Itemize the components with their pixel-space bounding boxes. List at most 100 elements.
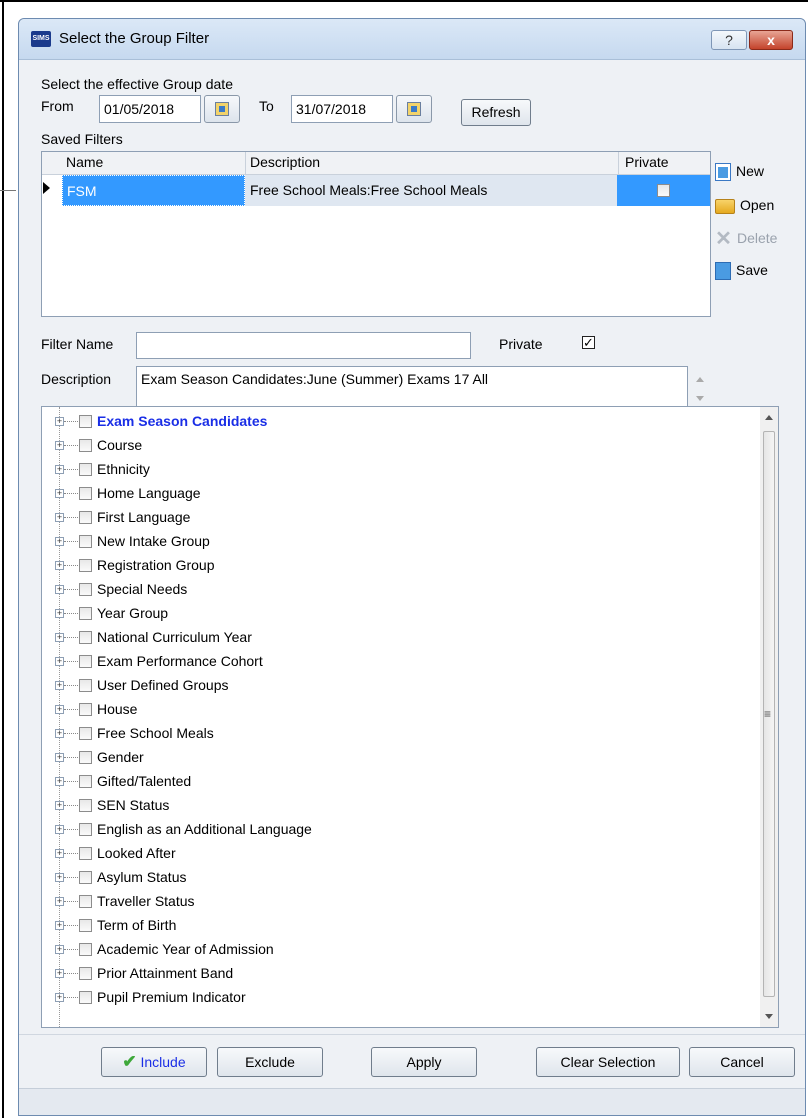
tree-item-checkbox[interactable] xyxy=(79,535,92,548)
row-name-cell[interactable]: FSM xyxy=(62,175,245,206)
tree-item[interactable]: + Year Group xyxy=(42,603,762,627)
tree-item-checkbox[interactable] xyxy=(79,751,92,764)
from-date-field[interactable]: 01/05/2018 xyxy=(99,95,201,123)
expand-icon[interactable]: + xyxy=(55,609,64,618)
private-checkbox[interactable] xyxy=(657,184,670,197)
tree-item[interactable]: + Exam Performance Cohort xyxy=(42,651,762,675)
tree-item[interactable]: + Course xyxy=(42,435,762,459)
filter-name-input[interactable] xyxy=(136,332,471,359)
tree-item-checkbox[interactable] xyxy=(79,919,92,932)
delete-filter-button[interactable]: ✕ Delete xyxy=(715,229,777,249)
tree-item-checkbox[interactable] xyxy=(79,655,92,668)
tree-item[interactable]: + Looked After xyxy=(42,843,762,867)
expand-icon[interactable]: + xyxy=(55,729,64,738)
tree-item[interactable]: + SEN Status xyxy=(42,795,762,819)
expand-icon[interactable]: + xyxy=(55,969,64,978)
table-row[interactable]: FSM Free School Meals:Free School Meals xyxy=(62,175,717,206)
from-calendar-button[interactable] xyxy=(204,95,240,123)
expand-icon[interactable]: + xyxy=(55,897,64,906)
open-filter-button[interactable]: Open xyxy=(715,197,774,214)
expand-icon[interactable]: + xyxy=(55,849,64,858)
expand-icon[interactable]: + xyxy=(55,705,64,714)
expand-icon[interactable]: + xyxy=(55,825,64,834)
tree-item[interactable]: + Pupil Premium Indicator xyxy=(42,987,762,1011)
tree-item[interactable]: + National Curriculum Year xyxy=(42,627,762,651)
apply-button[interactable]: Apply xyxy=(371,1047,477,1077)
expand-icon[interactable]: + xyxy=(55,681,64,690)
close-button[interactable]: x xyxy=(749,30,793,50)
tree-item-checkbox[interactable] xyxy=(79,511,92,524)
tree-item-checkbox[interactable] xyxy=(79,439,92,452)
tree-item-checkbox[interactable] xyxy=(79,607,92,620)
refresh-button[interactable]: Refresh xyxy=(461,99,531,126)
tree-item-checkbox[interactable] xyxy=(79,823,92,836)
tree-item-checkbox[interactable] xyxy=(79,967,92,980)
column-header-name[interactable]: Name xyxy=(66,154,103,170)
row-description-cell[interactable]: Free School Meals:Free School Meals xyxy=(245,175,617,206)
expand-icon[interactable]: + xyxy=(55,585,64,594)
expand-icon[interactable]: + xyxy=(55,489,64,498)
tree-item[interactable]: + Ethnicity xyxy=(42,459,762,483)
tree-item-checkbox[interactable] xyxy=(79,799,92,812)
expand-icon[interactable]: + xyxy=(55,561,64,570)
tree-item[interactable]: + Traveller Status xyxy=(42,891,762,915)
tree-item-checkbox[interactable] xyxy=(79,943,92,956)
expand-icon[interactable]: + xyxy=(55,993,64,1002)
tree-item[interactable]: + House xyxy=(42,699,762,723)
expand-icon[interactable]: + xyxy=(55,633,64,642)
scroll-down-icon[interactable] xyxy=(765,1014,773,1019)
tree-item[interactable]: + Prior Attainment Band xyxy=(42,963,762,987)
scroll-up-icon[interactable] xyxy=(765,415,773,420)
to-calendar-button[interactable] xyxy=(396,95,432,123)
tree-item[interactable]: + Free School Meals xyxy=(42,723,762,747)
expand-icon[interactable]: + xyxy=(55,801,64,810)
expand-icon[interactable]: + xyxy=(55,945,64,954)
tree-item-checkbox[interactable] xyxy=(79,415,92,428)
tree-item-checkbox[interactable] xyxy=(79,463,92,476)
column-header-description[interactable]: Description xyxy=(250,154,320,170)
row-private-cell[interactable] xyxy=(617,175,710,206)
tree-item-checkbox[interactable] xyxy=(79,487,92,500)
tree-item[interactable]: + Asylum Status xyxy=(42,867,762,891)
tree-item-checkbox[interactable] xyxy=(79,727,92,740)
expand-icon[interactable]: + xyxy=(55,873,64,882)
tree-item[interactable]: + Special Needs xyxy=(42,579,762,603)
expand-icon[interactable]: + xyxy=(55,537,64,546)
tree-item-checkbox[interactable] xyxy=(79,871,92,884)
description-scroll-up-icon[interactable] xyxy=(696,377,704,382)
expand-icon[interactable]: + xyxy=(55,777,64,786)
expand-icon[interactable]: + xyxy=(55,465,64,474)
expand-icon[interactable]: + xyxy=(55,921,64,930)
tree-item[interactable]: + Exam Season Candidates xyxy=(42,411,762,435)
tree-item[interactable]: + Home Language xyxy=(42,483,762,507)
tree-item-checkbox[interactable] xyxy=(79,775,92,788)
tree-item-checkbox[interactable] xyxy=(79,583,92,596)
new-filter-button[interactable]: New xyxy=(715,163,764,182)
tree-scrollbar[interactable]: ≡ xyxy=(760,407,778,1027)
tree-item[interactable]: + Gender xyxy=(42,747,762,771)
include-button[interactable]: ✔ Include xyxy=(101,1047,207,1077)
tree-item[interactable]: + Registration Group xyxy=(42,555,762,579)
save-filter-button[interactable]: Save xyxy=(715,262,768,281)
tree-item[interactable]: + Gifted/Talented xyxy=(42,771,762,795)
tree-item[interactable]: + New Intake Group xyxy=(42,531,762,555)
tree-item[interactable]: + Academic Year of Admission xyxy=(42,939,762,963)
tree-item[interactable]: + User Defined Groups xyxy=(42,675,762,699)
tree-item-checkbox[interactable] xyxy=(79,703,92,716)
expand-icon[interactable]: + xyxy=(55,753,64,762)
tree-item-checkbox[interactable] xyxy=(79,679,92,692)
clear-selection-button[interactable]: Clear Selection xyxy=(536,1047,680,1077)
to-date-field[interactable]: 31/07/2018 xyxy=(291,95,393,123)
tree-item[interactable]: + First Language xyxy=(42,507,762,531)
help-button[interactable]: ? xyxy=(711,30,747,50)
expand-icon[interactable]: + xyxy=(55,513,64,522)
tree-item-checkbox[interactable] xyxy=(79,847,92,860)
tree-item-checkbox[interactable] xyxy=(79,991,92,1004)
description-scroll-down-icon[interactable] xyxy=(696,396,704,401)
exclude-button[interactable]: Exclude xyxy=(217,1047,323,1077)
column-header-private[interactable]: Private xyxy=(625,154,669,170)
tree-item-checkbox[interactable] xyxy=(79,559,92,572)
tree-item[interactable]: + Term of Birth xyxy=(42,915,762,939)
tree-item-checkbox[interactable] xyxy=(79,631,92,644)
tree-item[interactable]: + English as an Additional Language xyxy=(42,819,762,843)
